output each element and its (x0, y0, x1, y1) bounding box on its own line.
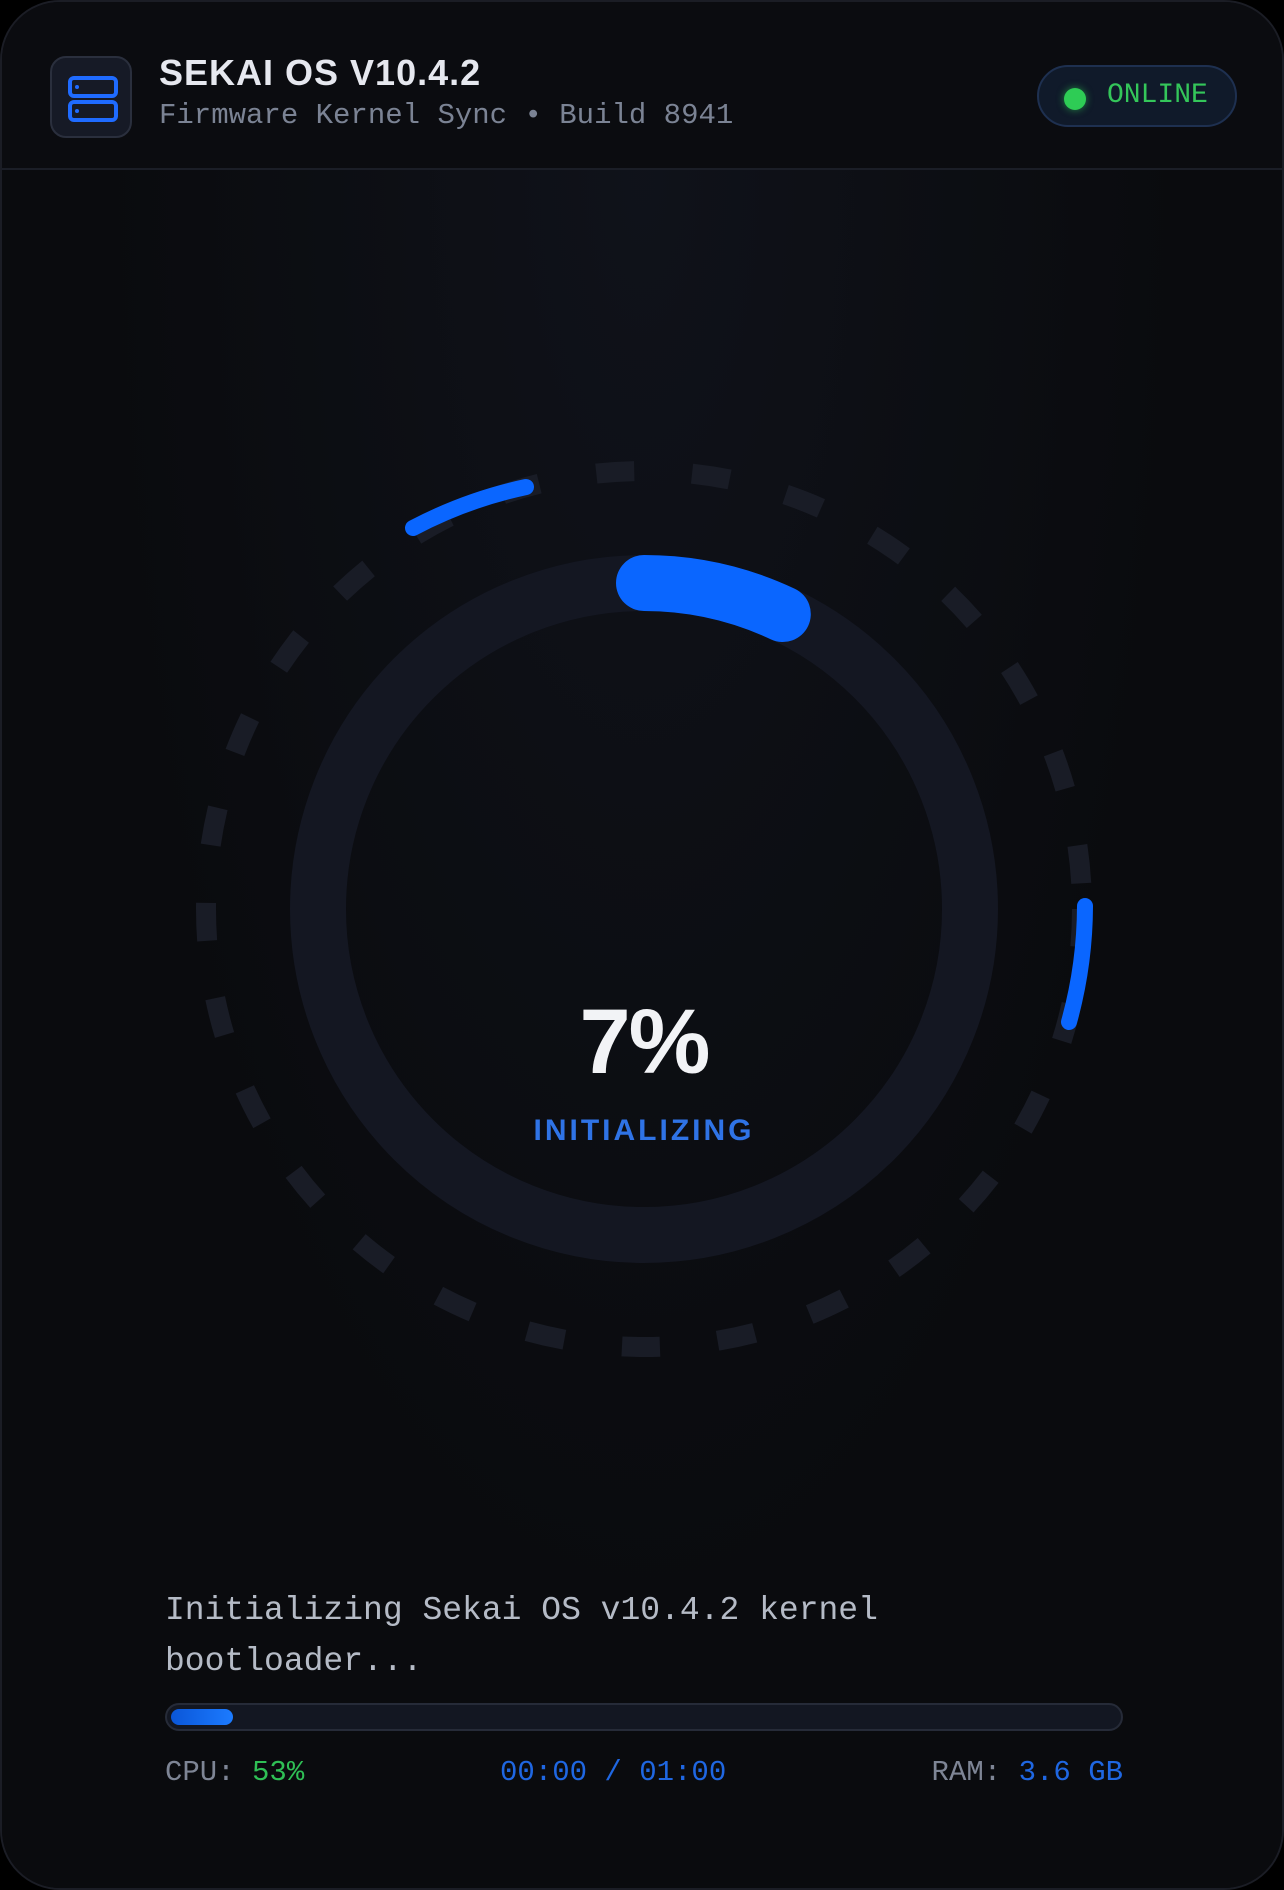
loader-panel: 7% INITIALIZING Initializing Sekai OS v1… (2, 170, 1282, 1888)
cpu-label: CPU: (165, 1756, 235, 1789)
boot-log-message: Initializing Sekai OS v10.4.2 kernel boo… (165, 1592, 878, 1680)
ram-label: RAM: (931, 1756, 1002, 1789)
status-badge: ONLINE (1037, 65, 1237, 127)
app-header: SEKAI OS V10.4.2 Firmware Kernel Sync • … (2, 2, 1282, 170)
device-frame: SEKAI OS V10.4.2 Firmware Kernel Sync • … (0, 0, 1284, 1890)
cpu-stat: CPU: 53% (165, 1756, 304, 1789)
progress-percent: 7% (579, 991, 711, 1093)
orbit-arc-top-left (405, 479, 534, 536)
status-label: ONLINE (1107, 80, 1208, 111)
ram-value: 3.6 GB (1018, 1756, 1123, 1789)
elapsed-time: 00:00 / 01:00 (500, 1756, 727, 1789)
cpu-value: 53% (252, 1756, 305, 1789)
app-subtitle: Firmware Kernel Sync • Build 8941 (159, 99, 734, 132)
linear-progress-fill (171, 1709, 233, 1725)
app-title: SEKAI OS V10.4.2 (159, 52, 482, 93)
status-dot-icon (1064, 88, 1086, 110)
ram-stat: RAM: 3.6 GB (932, 1756, 1123, 1789)
system-stats: CPU: 53% 00:00 / 01:00 RAM: 3.6 GB (165, 1756, 1123, 1796)
phase-label: INITIALIZING (533, 1114, 755, 1147)
orbit-arc-right (1061, 898, 1093, 1030)
progress-arc (616, 555, 811, 643)
linear-progress-bar (165, 1703, 1123, 1731)
server-icon (50, 56, 132, 138)
